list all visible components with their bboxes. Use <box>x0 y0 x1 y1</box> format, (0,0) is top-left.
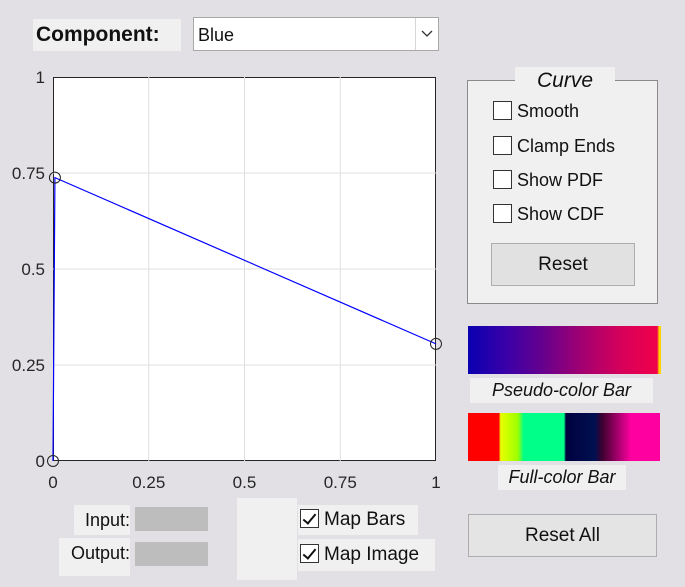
x-tick-label: 0 <box>48 473 57 492</box>
reset-button[interactable]: Reset <box>491 243 635 286</box>
pseudo-color-bar-caption: Pseudo-color Bar <box>470 378 653 403</box>
y-tick-label: 0.25 <box>12 356 45 375</box>
full-color-bar <box>468 413 660 461</box>
map-image-label: Map Image <box>324 544 420 565</box>
y-tick-label: 0.75 <box>12 164 45 183</box>
checkbox-checked-icon[interactable] <box>300 508 319 528</box>
clamp-ends-label: Clamp Ends <box>517 136 616 156</box>
x-tick-label: 0.5 <box>233 473 257 492</box>
input-value-field <box>135 507 208 531</box>
input-label: Input: <box>74 505 130 535</box>
smooth-checkbox[interactable]: Smooth <box>493 98 579 124</box>
clamp-ends-checkbox[interactable]: Clamp Ends <box>493 133 615 159</box>
show-pdf-checkbox[interactable]: Show PDF <box>493 167 603 193</box>
output-label: Output: <box>59 538 130 576</box>
map-bars-label: Map Bars <box>324 509 406 530</box>
show-pdf-label: Show PDF <box>517 170 604 190</box>
smooth-label: Smooth <box>517 101 580 121</box>
map-bars-checkbox[interactable]: Map Bars <box>298 505 418 535</box>
blank-panel <box>237 498 297 580</box>
map-image-checkbox[interactable]: Map Image <box>298 539 435 571</box>
full-color-bar-caption: Full-color Bar <box>498 465 626 490</box>
checkbox-icon[interactable] <box>493 101 512 121</box>
x-tick-label: 1 <box>431 473 440 492</box>
reset-all-button[interactable]: Reset All <box>468 514 657 557</box>
checkbox-icon[interactable] <box>493 170 512 190</box>
y-tick-label: 1 <box>36 68 45 87</box>
x-tick-label: 0.25 <box>132 473 165 492</box>
checkbox-icon[interactable] <box>493 204 512 224</box>
output-value-field <box>135 542 208 566</box>
show-cdf-checkbox[interactable]: Show CDF <box>493 201 604 227</box>
curve-panel-title: Curve <box>515 67 615 94</box>
show-cdf-label: Show CDF <box>517 204 605 224</box>
y-tick-label: 0.5 <box>21 260 45 279</box>
checkbox-icon[interactable] <box>493 136 512 156</box>
y-tick-label: 0 <box>36 452 45 471</box>
pseudo-color-bar <box>468 326 661 374</box>
checkbox-checked-icon[interactable] <box>300 543 319 563</box>
x-tick-label: 0.75 <box>324 473 357 492</box>
